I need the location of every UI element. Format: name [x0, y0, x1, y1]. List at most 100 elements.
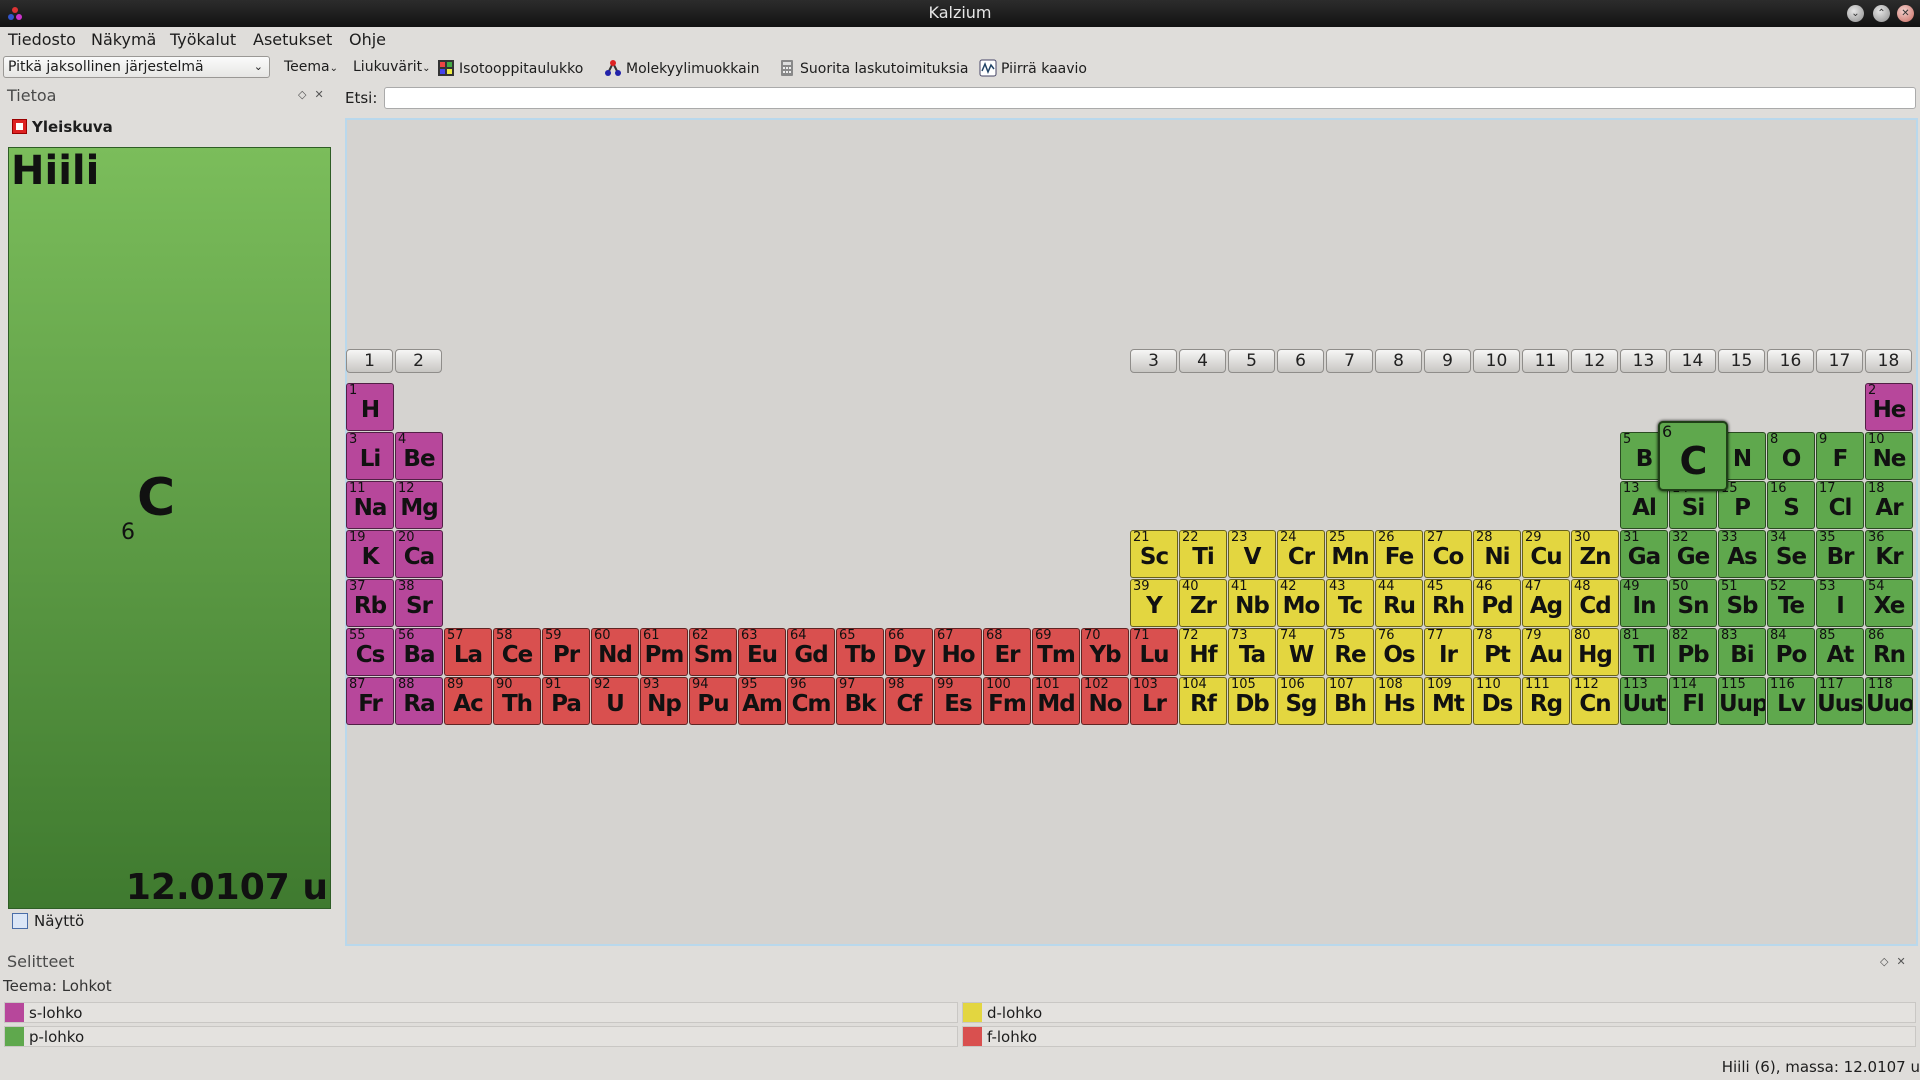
element-O[interactable]: 8O	[1767, 432, 1815, 480]
element-Th[interactable]: 90 Th	[493, 677, 541, 725]
element-Hs[interactable]: 108 Hs	[1375, 677, 1423, 725]
element-Er[interactable]: 68 Er	[983, 628, 1031, 676]
element-Ce[interactable]: 58 Ce	[493, 628, 541, 676]
element-Tl[interactable]: 81 Tl	[1620, 628, 1668, 676]
menu-settings[interactable]: Asetukset	[253, 30, 332, 49]
element-Ho[interactable]: 67 Ho	[934, 628, 982, 676]
element-Be[interactable]: 4 Be	[395, 432, 443, 480]
element-Sg[interactable]: 106 Sg	[1277, 677, 1325, 725]
calculate-button[interactable]: Suorita laskutoimituksia	[778, 59, 969, 77]
element-Ds[interactable]: 110 Ds	[1473, 677, 1521, 725]
group-header-1[interactable]: 1	[346, 349, 393, 373]
plot-button[interactable]: Piirrä kaavio	[979, 59, 1087, 77]
element-Cd[interactable]: 48 Cd	[1571, 579, 1619, 627]
group-header-6[interactable]: 6	[1277, 349, 1324, 373]
element-Ar[interactable]: 18 Ar	[1865, 481, 1913, 529]
element-Ca[interactable]: 20 Ca	[395, 530, 443, 578]
element-Zn[interactable]: 30 Zn	[1571, 530, 1619, 578]
element-In[interactable]: 49 In	[1620, 579, 1668, 627]
element-Y[interactable]: 39 Y	[1130, 579, 1178, 627]
element-Kr[interactable]: 36 Kr	[1865, 530, 1913, 578]
dock-float-close-icons[interactable]: ◇✕	[1880, 955, 1914, 968]
element-Pt[interactable]: 78 Pt	[1473, 628, 1521, 676]
element-Nd[interactable]: 60 Nd	[591, 628, 639, 676]
element-Se[interactable]: 34 Se	[1767, 530, 1815, 578]
element-Sb[interactable]: 51 Sb	[1718, 579, 1766, 627]
element-Np[interactable]: 93 Np	[640, 677, 688, 725]
group-header-7[interactable]: 7	[1326, 349, 1373, 373]
group-header-14[interactable]: 14	[1669, 349, 1716, 373]
element-Cr[interactable]: 24 Cr	[1277, 530, 1325, 578]
element-Br[interactable]: 35 Br	[1816, 530, 1864, 578]
element-Sc[interactable]: 21 Sc	[1130, 530, 1178, 578]
element-No[interactable]: 102 No	[1081, 677, 1129, 725]
element-Na[interactable]: 11 Na	[346, 481, 394, 529]
element-Pr[interactable]: 59 Pr	[542, 628, 590, 676]
element-Cf[interactable]: 98 Cf	[885, 677, 933, 725]
element-Hg[interactable]: 80 Hg	[1571, 628, 1619, 676]
element-Sm[interactable]: 62 Sm	[689, 628, 737, 676]
group-header-8[interactable]: 8	[1375, 349, 1422, 373]
menu-tools[interactable]: Työkalut	[170, 30, 236, 49]
element-Uuo[interactable]: 118 Uuo	[1865, 677, 1913, 725]
group-header-12[interactable]: 12	[1571, 349, 1618, 373]
element-Md[interactable]: 101 Md	[1032, 677, 1080, 725]
menu-view[interactable]: Näkymä	[91, 30, 156, 49]
element-Mn[interactable]: 25 Mn	[1326, 530, 1374, 578]
element-Ir[interactable]: 77 Ir	[1424, 628, 1472, 676]
element-As[interactable]: 33 As	[1718, 530, 1766, 578]
element-Mt[interactable]: 109 Mt	[1424, 677, 1472, 725]
isotope-table-button[interactable]: Isotooppitaulukko	[437, 59, 583, 77]
element-Gd[interactable]: 64 Gd	[787, 628, 835, 676]
group-header-15[interactable]: 15	[1718, 349, 1765, 373]
element-Ti[interactable]: 22 Ti	[1179, 530, 1227, 578]
close-window-icon[interactable]: ✕	[1897, 5, 1914, 22]
element-Bh[interactable]: 107 Bh	[1326, 677, 1374, 725]
element-Es[interactable]: 99 Es	[934, 677, 982, 725]
element-Tc[interactable]: 43 Tc	[1326, 579, 1374, 627]
element-Ra[interactable]: 88 Ra	[395, 677, 443, 725]
element-Rn[interactable]: 86 Rn	[1865, 628, 1913, 676]
element-Rg[interactable]: 111 Rg	[1522, 677, 1570, 725]
element-Ni[interactable]: 28 Ni	[1473, 530, 1521, 578]
group-header-4[interactable]: 4	[1179, 349, 1226, 373]
element-La[interactable]: 57 La	[444, 628, 492, 676]
search-input[interactable]	[384, 87, 1916, 109]
group-header-18[interactable]: 18	[1865, 349, 1912, 373]
element-Tb[interactable]: 65 Tb	[836, 628, 884, 676]
element-Am[interactable]: 95 Am	[738, 677, 786, 725]
group-header-9[interactable]: 9	[1424, 349, 1471, 373]
element-Pa[interactable]: 91 Pa	[542, 677, 590, 725]
element-Nb[interactable]: 41 Nb	[1228, 579, 1276, 627]
element-U[interactable]: 92 U	[591, 677, 639, 725]
element-Cu[interactable]: 29 Cu	[1522, 530, 1570, 578]
menu-file[interactable]: Tiedosto	[8, 30, 76, 49]
element-Ge[interactable]: 32 Ge	[1669, 530, 1717, 578]
element-Db[interactable]: 105 Db	[1228, 677, 1276, 725]
element-Pb[interactable]: 82 Pb	[1669, 628, 1717, 676]
molecule-editor-button[interactable]: Molekyylimuokkain	[604, 59, 760, 77]
element-Ne[interactable]: 10 Ne	[1865, 432, 1913, 480]
element-Ac[interactable]: 89 Ac	[444, 677, 492, 725]
element-Re[interactable]: 75 Re	[1326, 628, 1374, 676]
element-Ga[interactable]: 31 Ga	[1620, 530, 1668, 578]
overview-header[interactable]: Yleiskuva	[12, 118, 113, 136]
element-S[interactable]: 16 S	[1767, 481, 1815, 529]
element-Uut[interactable]: 113 Uut	[1620, 677, 1668, 725]
element-Lr[interactable]: 103 Lr	[1130, 677, 1178, 725]
group-header-13[interactable]: 13	[1620, 349, 1667, 373]
element-Lv[interactable]: 116 Lv	[1767, 677, 1815, 725]
element-V[interactable]: 23 V	[1228, 530, 1276, 578]
minimize-icon[interactable]: ⌄	[1847, 5, 1864, 22]
group-header-2[interactable]: 2	[395, 349, 442, 373]
group-header-5[interactable]: 5	[1228, 349, 1275, 373]
element-H[interactable]: 1H	[346, 383, 394, 431]
element-Pd[interactable]: 46 Pd	[1473, 579, 1521, 627]
element-Fr[interactable]: 87 Fr	[346, 677, 394, 725]
group-header-17[interactable]: 17	[1816, 349, 1863, 373]
element-Fm[interactable]: 100 Fm	[983, 677, 1031, 725]
element-At[interactable]: 85 At	[1816, 628, 1864, 676]
element-Tm[interactable]: 69 Tm	[1032, 628, 1080, 676]
element-Rh[interactable]: 45 Rh	[1424, 579, 1472, 627]
element-Po[interactable]: 84 Po	[1767, 628, 1815, 676]
